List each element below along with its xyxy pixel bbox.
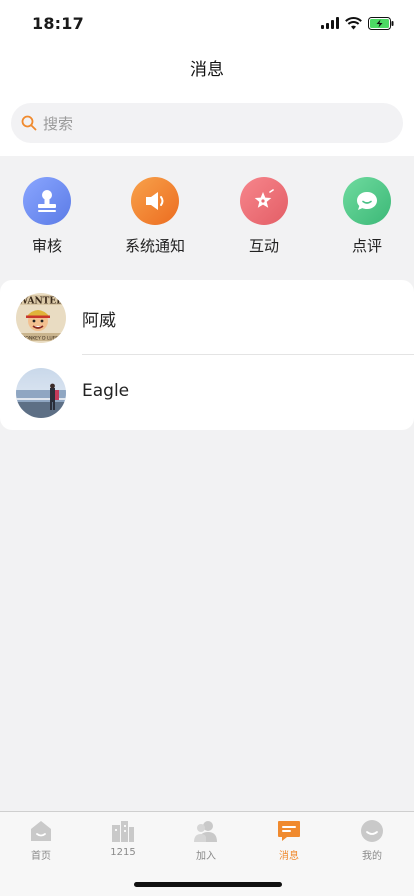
- wanted-poster-avatar: WANTED MONKEY D LUFFY: [16, 293, 66, 343]
- search-icon: [21, 115, 37, 131]
- conversation-item[interactable]: Eagle: [0, 355, 414, 430]
- tab-label: 1215: [110, 847, 136, 858]
- search-bar: 搜索: [0, 98, 414, 156]
- wifi-icon: [345, 16, 362, 29]
- seaside-photo-avatar: [16, 368, 66, 418]
- status-icons: [321, 16, 394, 30]
- category-system-notice[interactable]: 系统通知: [110, 177, 200, 256]
- tab-label: 加入: [196, 851, 216, 862]
- header: 消息: [0, 48, 414, 98]
- tab-1215[interactable]: 1215: [82, 818, 164, 858]
- chat-bubble-icon: [343, 177, 391, 225]
- conversation-name: 阿威: [82, 311, 116, 331]
- tab-label: 我的: [362, 851, 382, 862]
- tab-join[interactable]: 加入: [165, 818, 247, 862]
- category-label: 点评: [351, 237, 382, 255]
- status-bar: 18:17: [0, 0, 414, 48]
- conversation-name: Eagle: [82, 381, 130, 401]
- search-placeholder: 搜索: [43, 114, 74, 133]
- tab-label: 消息: [279, 851, 299, 862]
- category-review[interactable]: 审核: [2, 177, 92, 256]
- battery-icon: [368, 16, 394, 30]
- tab-profile[interactable]: 我的: [331, 818, 413, 862]
- search-input[interactable]: 搜索: [11, 103, 403, 143]
- svg-text:MONKEY D LUFFY: MONKEY D LUFFY: [21, 336, 60, 342]
- message-icon: [276, 818, 302, 844]
- people-icon: [193, 818, 219, 844]
- svg-text:WANTED: WANTED: [17, 297, 64, 307]
- conversation-item[interactable]: WANTED MONKEY D LUFFY 阿威: [0, 280, 414, 355]
- category-label: 互动: [248, 237, 279, 255]
- home-icon: [28, 818, 54, 844]
- tab-messages[interactable]: 消息: [248, 818, 330, 862]
- category-review-comment[interactable]: 点评: [322, 177, 412, 256]
- category-interaction[interactable]: 互动: [219, 177, 309, 256]
- conversation-list: WANTED MONKEY D LUFFY 阿威 Eagle: [0, 280, 414, 430]
- stamp-icon: [23, 177, 71, 225]
- profile-icon: [359, 818, 385, 844]
- message-categories: 审核 系统通知 互动 点评: [0, 156, 414, 268]
- home-indicator: [134, 882, 282, 887]
- buildings-icon: [110, 818, 136, 844]
- status-time: 18:17: [32, 14, 84, 33]
- page-title: 消息: [190, 60, 224, 80]
- category-label: 审核: [31, 237, 62, 255]
- signal-icon: [321, 17, 339, 29]
- tab-home[interactable]: 首页: [0, 818, 82, 862]
- tab-label: 首页: [31, 851, 51, 862]
- speaker-icon: [131, 177, 179, 225]
- category-label: 系统通知: [124, 237, 185, 255]
- star-icon: [240, 177, 288, 225]
